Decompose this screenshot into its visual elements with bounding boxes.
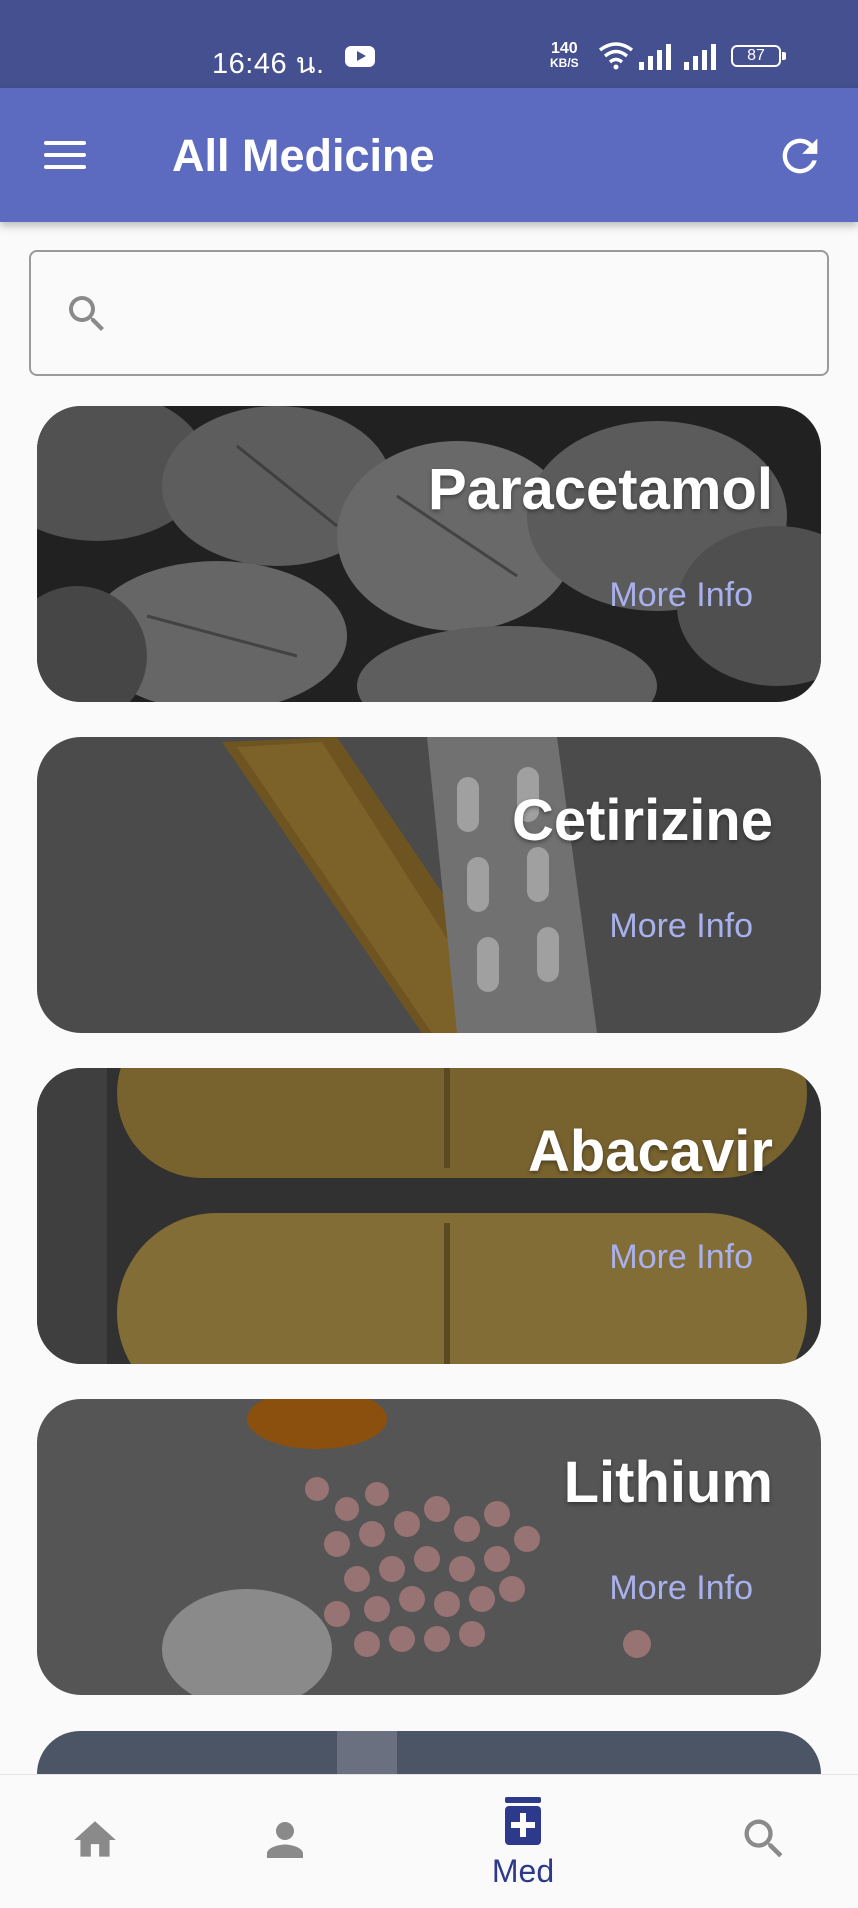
refresh-icon[interactable]	[774, 130, 826, 182]
page-title: All Medicine	[172, 130, 435, 181]
medicine-card-cetirizine[interactable]: Cetirizine More Info	[37, 737, 821, 1033]
medicine-card-paracetamol[interactable]: Paracetamol More Info	[37, 406, 821, 702]
home-icon	[74, 1821, 116, 1857]
status-bar: 16:46 น. 140 KB/S 87	[0, 0, 858, 88]
nav-home[interactable]	[50, 1775, 140, 1908]
medicine-name: Lithium	[563, 1450, 773, 1515]
medicine-name: Abacavir	[527, 1119, 773, 1184]
nav-med[interactable]: Med	[468, 1775, 578, 1908]
medicine-name: Cetirizine	[511, 788, 773, 853]
more-info-link[interactable]: More Info	[609, 576, 753, 615]
signal-sim2-icon	[684, 44, 716, 70]
medicine-card-lithium[interactable]: Lithium More Info	[37, 1399, 821, 1695]
paracetamol-image	[37, 406, 821, 702]
nav-profile[interactable]	[240, 1775, 330, 1908]
abacavir-image	[37, 1068, 821, 1364]
bottom-navigation: Med	[0, 1774, 858, 1908]
signal-sim1-icon	[639, 44, 671, 70]
medicine-card-partial[interactable]	[37, 1731, 821, 1774]
app-bar: All Medicine	[0, 88, 858, 222]
medicine-card-abacavir[interactable]: Abacavir More Info	[37, 1068, 821, 1364]
network-speed-value: 140	[550, 40, 578, 57]
network-speed-unit: KB/S	[550, 56, 579, 70]
search-icon	[744, 1819, 783, 1858]
person-icon	[267, 1822, 303, 1858]
network-speed: 140 KB/S	[550, 41, 579, 71]
lithium-image	[37, 1399, 821, 1695]
partial-card-image	[37, 1731, 821, 1774]
more-info-link[interactable]: More Info	[609, 1569, 753, 1608]
search-box[interactable]	[29, 250, 829, 376]
battery-indicator: 87	[731, 45, 786, 67]
medicine-icon	[505, 1797, 541, 1845]
search-input[interactable]	[131, 282, 795, 344]
youtube-notification-icon	[345, 46, 375, 67]
medicine-name: Paracetamol	[428, 457, 773, 522]
nav-search[interactable]	[718, 1775, 808, 1908]
wifi-icon	[598, 42, 634, 70]
cetirizine-image	[37, 737, 821, 1033]
more-info-link[interactable]: More Info	[609, 907, 753, 946]
status-time: 16:46 น.	[212, 48, 325, 80]
more-info-link[interactable]: More Info	[609, 1238, 753, 1277]
menu-icon[interactable]	[42, 138, 90, 172]
search-icon	[69, 296, 104, 331]
nav-med-label: Med	[491, 1853, 555, 1889]
